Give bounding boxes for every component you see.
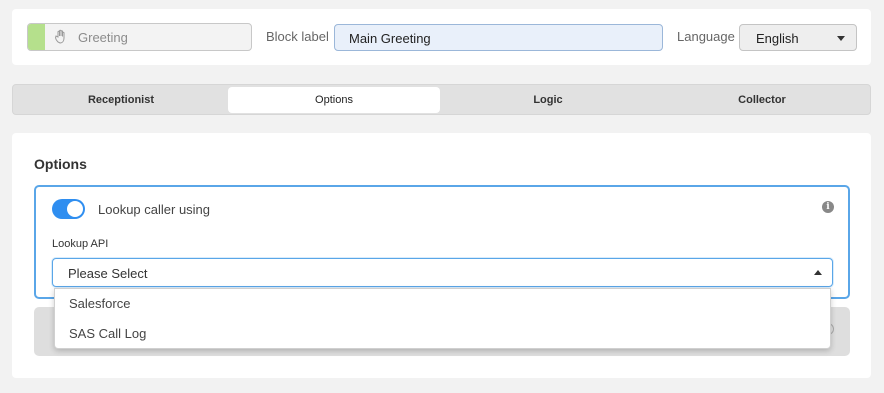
select-value: Please Select bbox=[68, 266, 148, 281]
section-title: Options bbox=[34, 156, 87, 172]
block-type-text: Greeting bbox=[78, 30, 128, 45]
tab-logic[interactable]: Logic bbox=[442, 87, 654, 113]
block-header: Greeting Block label Main Greeting Langu… bbox=[12, 9, 871, 65]
block-type-field: Greeting bbox=[27, 23, 252, 51]
caret-up-icon bbox=[814, 270, 822, 275]
block-type-color-bar bbox=[28, 24, 45, 50]
dropdown-option-sas-call-log[interactable]: SAS Call Log bbox=[55, 319, 830, 349]
lookup-api-dropdown: Salesforce SAS Call Log bbox=[54, 288, 831, 349]
caret-down-icon bbox=[837, 36, 845, 41]
tab-receptionist[interactable]: Receptionist bbox=[15, 87, 227, 113]
block-label-input[interactable]: Main Greeting bbox=[334, 24, 663, 51]
hand-icon bbox=[55, 29, 65, 44]
tab-bar: Receptionist Options Logic Collector bbox=[12, 84, 871, 115]
toggle-knob bbox=[67, 201, 83, 217]
lookup-option-card: Lookup caller using i Lookup API Please … bbox=[34, 185, 850, 299]
lookup-api-select[interactable]: Please Select bbox=[52, 258, 833, 287]
dropdown-option-salesforce[interactable]: Salesforce bbox=[55, 289, 830, 319]
language-select[interactable]: English bbox=[739, 24, 857, 51]
language-caption: Language bbox=[677, 29, 735, 44]
toggle-label: Lookup caller using bbox=[98, 202, 211, 217]
lookup-api-label: Lookup API bbox=[52, 238, 109, 250]
tab-collector[interactable]: Collector bbox=[656, 87, 868, 113]
block-label-caption: Block label bbox=[266, 29, 329, 44]
info-icon[interactable]: i bbox=[822, 201, 834, 213]
tab-options[interactable]: Options bbox=[228, 87, 440, 113]
lookup-toggle[interactable] bbox=[52, 199, 85, 219]
language-value: English bbox=[756, 31, 799, 46]
